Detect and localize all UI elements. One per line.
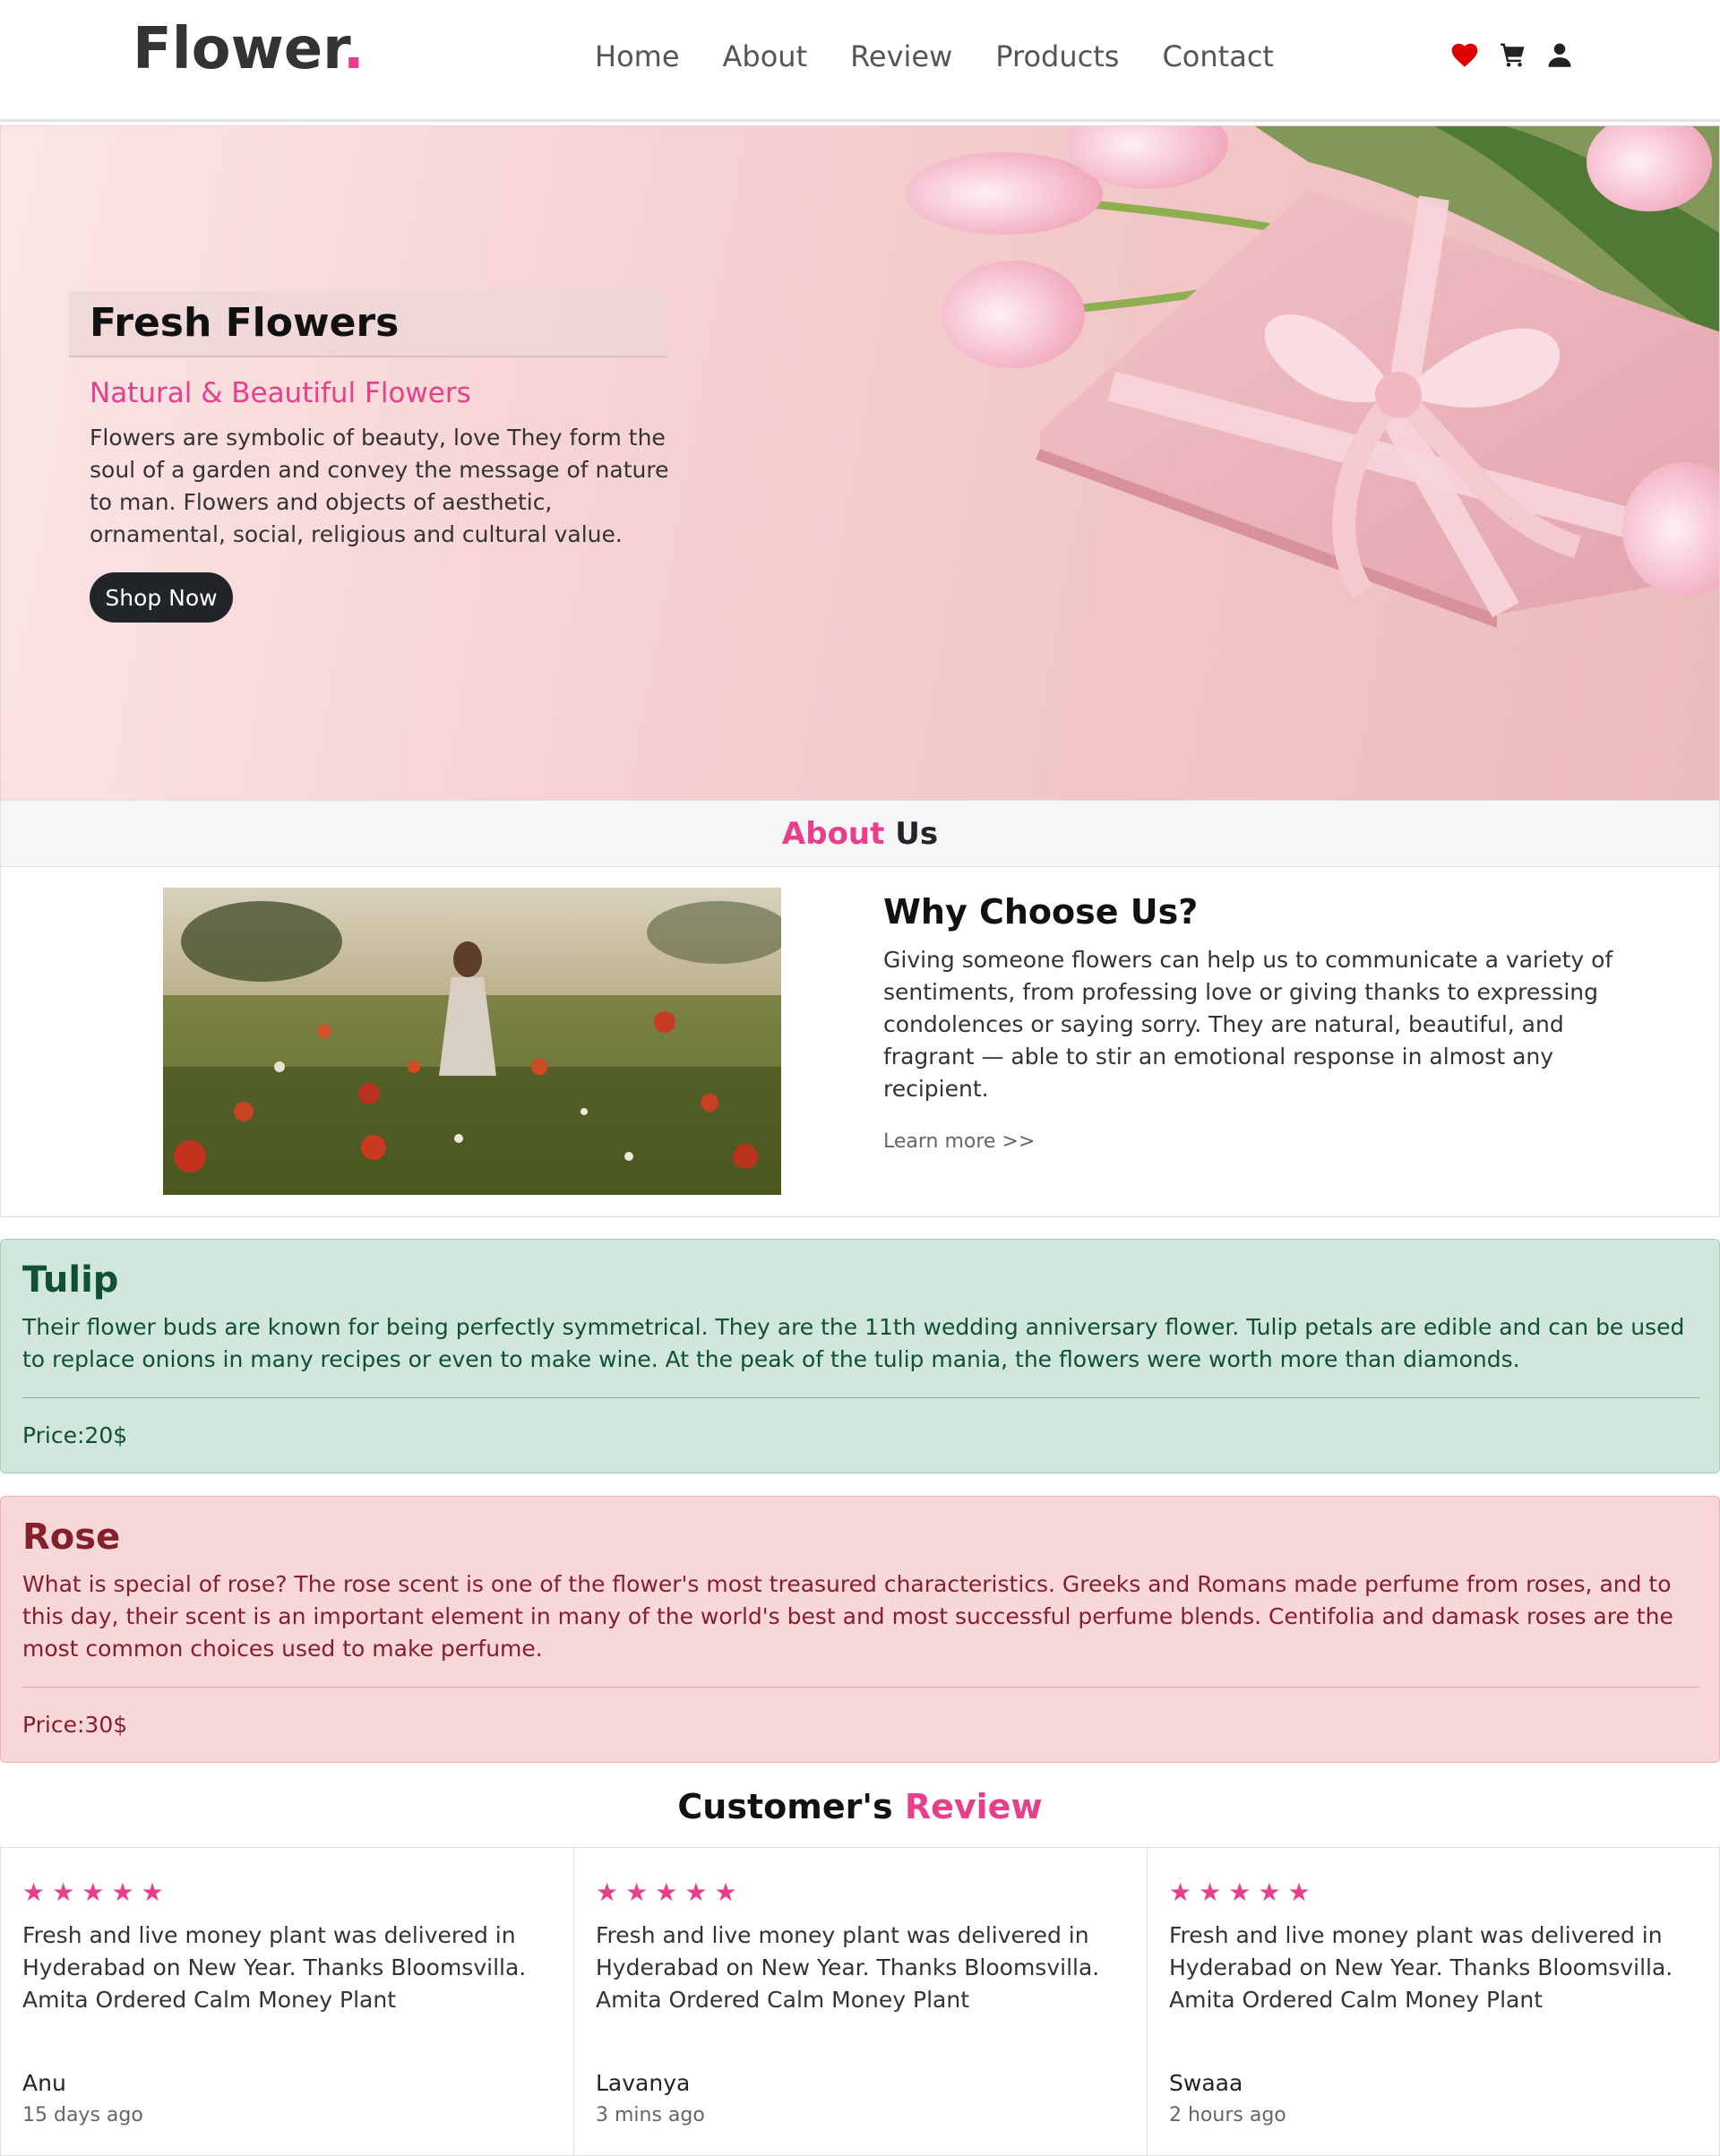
hero-title: Fresh Flowers <box>90 300 400 346</box>
star-icon: ★ <box>82 1877 105 1907</box>
nav-review[interactable]: Review <box>850 39 952 73</box>
review-heading: Customer's Review <box>0 1787 1720 1826</box>
review-heading-accent: Review <box>904 1787 1043 1826</box>
review-text: Fresh and live money plant was delivered… <box>596 1922 1100 2013</box>
review-time: 3 mins ago <box>596 2104 705 2126</box>
user-icon[interactable] <box>1546 41 1573 72</box>
star-icon: ★ <box>1199 1877 1222 1907</box>
header-icons <box>1449 41 1573 72</box>
product-price: Price:20$ <box>22 1422 128 1448</box>
nav-contact[interactable]: Contact <box>1162 39 1274 73</box>
star-icon: ★ <box>625 1877 649 1907</box>
why-choose-title: Why Choose Us? <box>883 892 1199 932</box>
reviewer-name: Anu <box>22 2070 66 2096</box>
star-icon: ★ <box>596 1877 619 1907</box>
logo[interactable]: Flower. <box>133 16 365 82</box>
star-icon: ★ <box>1258 1877 1281 1907</box>
product-price: Price:30$ <box>22 1712 128 1738</box>
logo-text: Flower <box>133 16 343 82</box>
star-icon: ★ <box>141 1877 164 1907</box>
logo-dot: . <box>342 16 365 82</box>
divider <box>22 1397 1699 1398</box>
star-rating: ★ ★ ★ ★ ★ <box>596 1880 737 1905</box>
about-heading-rest: Us <box>884 815 939 852</box>
review-text: Fresh and live money plant was delivered… <box>1169 1922 1673 2013</box>
star-rating: ★ ★ ★ ★ ★ <box>22 1880 164 1905</box>
about-heading-accent: About <box>781 815 885 852</box>
review-time: 2 hours ago <box>1169 2104 1286 2126</box>
review-card: ★ ★ ★ ★ ★ Fresh and live money plant was… <box>0 1847 573 2156</box>
reviewer-name: Swaaa <box>1169 2070 1243 2096</box>
cart-icon[interactable] <box>1500 41 1526 72</box>
divider <box>22 1687 1699 1688</box>
nav-about[interactable]: About <box>723 39 808 73</box>
reviewer-name: Lavanya <box>596 2070 691 2096</box>
star-icon: ★ <box>714 1877 737 1907</box>
heart-icon[interactable] <box>1449 41 1480 72</box>
review-text: Fresh and live money plant was delivered… <box>22 1922 527 2013</box>
product-card-tulip: Tulip Their flower buds are known for be… <box>0 1239 1720 1473</box>
star-icon: ★ <box>111 1877 134 1907</box>
product-description: Their flower buds are known for being pe… <box>22 1314 1685 1372</box>
product-card-rose: Rose What is special of rose? The rose s… <box>0 1496 1720 1763</box>
star-icon: ★ <box>1228 1877 1251 1907</box>
learn-more-link[interactable]: Learn more >> <box>883 1130 1035 1153</box>
review-card: ★ ★ ★ ★ ★ Fresh and live money plant was… <box>573 1847 1147 2156</box>
hero-title-box: Fresh Flowers <box>69 291 667 357</box>
star-icon: ★ <box>1287 1877 1311 1907</box>
review-card: ★ ★ ★ ★ ★ Fresh and live money plant was… <box>1147 1847 1720 2156</box>
about-heading: About Us <box>0 800 1720 867</box>
star-icon: ★ <box>22 1877 46 1907</box>
shop-now-button[interactable]: Shop Now <box>90 572 233 623</box>
nav-products[interactable]: Products <box>995 39 1119 73</box>
product-name: Tulip <box>22 1259 119 1301</box>
hero-gift-tulips-image <box>906 126 1719 628</box>
star-icon: ★ <box>52 1877 75 1907</box>
review-time: 15 days ago <box>22 2104 143 2126</box>
star-icon: ★ <box>655 1877 678 1907</box>
hero-subtitle: Natural & Beautiful Flowers <box>90 377 471 409</box>
hero-description: Flowers are symbolic of beauty, love The… <box>90 425 669 547</box>
product-description: What is special of rose? The rose scent … <box>22 1571 1673 1662</box>
nav-home[interactable]: Home <box>595 39 680 73</box>
why-choose-text: Giving someone flowers can help us to co… <box>883 947 1613 1102</box>
product-name: Rose <box>22 1516 121 1558</box>
site-header: Flower. Home About Review Products Conta… <box>0 0 1720 122</box>
star-rating: ★ ★ ★ ★ ★ <box>1169 1880 1311 1905</box>
reviews-list: ★ ★ ★ ★ ★ Fresh and live money plant was… <box>0 1847 1720 2156</box>
star-icon: ★ <box>684 1877 708 1907</box>
hero-banner: Fresh Flowers Natural & Beautiful Flower… <box>0 125 1720 801</box>
review-heading-main: Customer's <box>677 1787 905 1826</box>
star-icon: ★ <box>1169 1877 1192 1907</box>
flower-field-image <box>163 888 781 1195</box>
about-section: Why Choose Us? Giving someone flowers ca… <box>0 867 1720 1217</box>
main-nav: Home About Review Products Contact <box>595 39 1317 73</box>
